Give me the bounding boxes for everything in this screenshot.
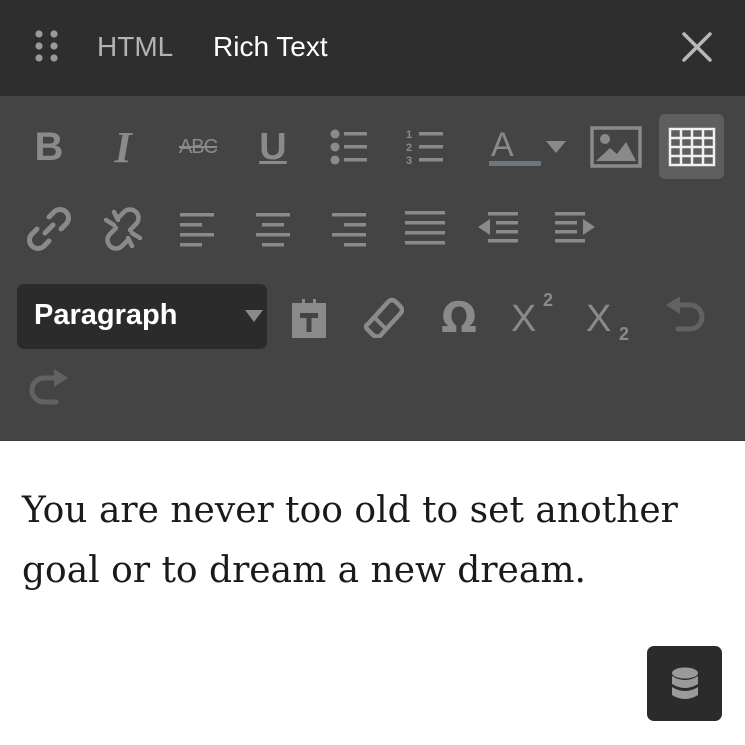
justify-button[interactable] xyxy=(396,200,454,258)
unlink-button[interactable] xyxy=(94,200,152,258)
align-left-icon xyxy=(180,213,214,247)
undo-icon xyxy=(666,297,705,332)
align-left-button[interactable] xyxy=(169,200,227,258)
paragraph-format-select[interactable]: Paragraph xyxy=(17,284,267,349)
redo-button[interactable] xyxy=(20,360,78,418)
chevron-down-icon xyxy=(546,141,566,153)
format-select-value: Paragraph xyxy=(34,299,178,331)
svg-text:3: 3 xyxy=(406,155,412,166)
strikethrough-button[interactable]: ABC xyxy=(169,118,227,176)
numbered-list-button[interactable]: 123 xyxy=(396,118,454,176)
bullet-list-icon xyxy=(330,129,367,165)
outdent-button[interactable] xyxy=(469,200,527,258)
tab-html[interactable]: HTML xyxy=(97,30,173,64)
italic-button[interactable]: I xyxy=(94,118,152,176)
strikethrough-icon: ABC xyxy=(178,135,218,158)
underline-icon: U xyxy=(259,125,287,168)
italic-icon: I xyxy=(114,122,132,172)
unlink-icon xyxy=(103,207,143,251)
paste-text-button[interactable] xyxy=(280,288,338,346)
bold-button[interactable]: B xyxy=(20,118,78,176)
drag-handle-icon[interactable] xyxy=(34,30,60,62)
numbered-list-icon: 123 xyxy=(406,129,443,166)
dynamic-data-button[interactable] xyxy=(647,646,722,721)
text-color-icon: A xyxy=(487,126,541,168)
indent-button[interactable] xyxy=(546,200,604,258)
formatting-toolbar: B I ABC U 123 A Paragraph Ω X 2 X 2 xyxy=(0,96,745,441)
bold-icon: B xyxy=(34,124,64,169)
link-icon xyxy=(27,207,71,251)
indent-icon xyxy=(555,212,595,243)
special-character-button[interactable]: Ω xyxy=(430,288,488,346)
superscript-icon: X 2 xyxy=(511,290,554,340)
content-paragraph[interactable]: You are never too old to set another goa… xyxy=(22,481,702,601)
undo-button[interactable] xyxy=(656,288,714,346)
table-icon xyxy=(668,127,715,166)
align-right-icon xyxy=(332,213,366,247)
editor-titlebar: HTML Rich Text xyxy=(0,0,745,96)
superscript-button[interactable]: X 2 xyxy=(503,284,561,342)
clear-formatting-button[interactable] xyxy=(354,288,412,346)
svg-text:1: 1 xyxy=(406,129,412,141)
bullet-list-button[interactable] xyxy=(320,118,378,176)
image-icon xyxy=(590,126,642,168)
omega-icon: Ω xyxy=(441,292,477,342)
insert-table-button[interactable] xyxy=(659,114,724,179)
tab-rich-text[interactable]: Rich Text xyxy=(213,30,328,64)
rich-text-content-area[interactable]: You are never too old to set another goa… xyxy=(0,441,745,745)
link-button[interactable] xyxy=(20,200,78,258)
close-icon[interactable] xyxy=(680,30,714,64)
outdent-icon xyxy=(478,212,518,243)
justify-icon xyxy=(405,211,445,245)
database-icon xyxy=(671,667,698,699)
align-right-button[interactable] xyxy=(320,200,378,258)
insert-image-button[interactable] xyxy=(587,118,645,176)
text-color-button[interactable]: A xyxy=(482,118,572,176)
align-center-icon xyxy=(256,213,290,247)
chevron-down-icon xyxy=(245,310,263,322)
underline-button[interactable]: U xyxy=(244,118,302,176)
subscript-button[interactable]: X 2 xyxy=(578,292,636,350)
subscript-icon: X 2 xyxy=(586,298,630,344)
paste-text-icon xyxy=(292,297,326,338)
svg-text:2: 2 xyxy=(406,142,412,154)
redo-icon xyxy=(29,369,68,405)
align-center-button[interactable] xyxy=(244,200,302,258)
eraser-icon xyxy=(363,297,404,338)
